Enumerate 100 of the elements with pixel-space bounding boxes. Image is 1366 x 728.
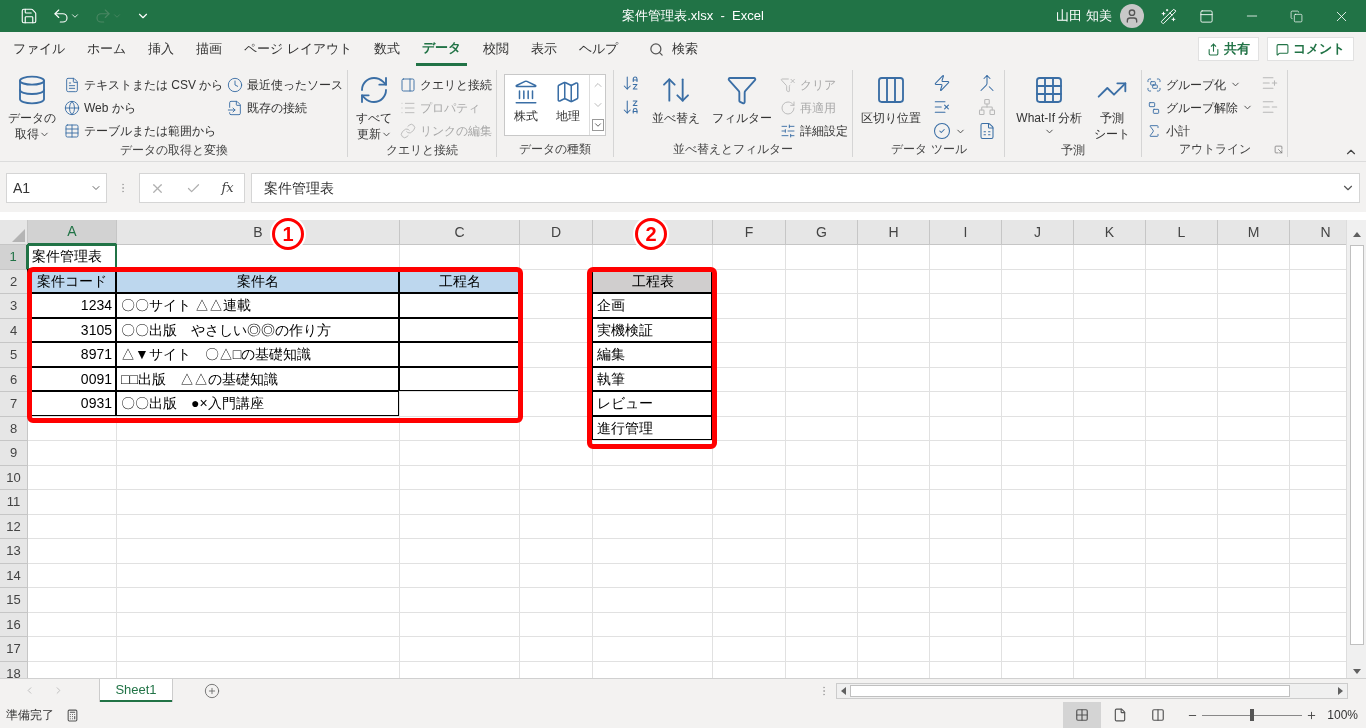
column-header[interactable]: C [400, 220, 520, 245]
row-header[interactable]: 10 [0, 465, 28, 490]
vertical-scrollbar[interactable] [1346, 220, 1366, 678]
ribbon-button[interactable]: すべて 更新 [352, 70, 397, 142]
menu-tab[interactable]: ファイル [7, 32, 71, 66]
zoom-level[interactable]: 100% [1327, 706, 1358, 724]
macro-icon[interactable] [66, 708, 79, 722]
row-header[interactable]: 4 [0, 318, 28, 343]
ribbon-icon-button[interactable] [622, 74, 641, 92]
ribbon-button[interactable]: 最近使ったソース [227, 74, 344, 95]
row-header[interactable]: 14 [0, 563, 28, 588]
caret-icon[interactable] [70, 11, 80, 21]
undo-icon[interactable] [52, 7, 70, 25]
zoom-slider[interactable] [1202, 709, 1303, 721]
row-header[interactable]: 11 [0, 490, 28, 515]
menu-tab[interactable]: 校閲 [476, 32, 515, 66]
insert-function-button[interactable]: fx [221, 178, 234, 198]
database-icon [16, 74, 48, 106]
row-header[interactable]: 16 [0, 612, 28, 637]
add-sheet-icon[interactable] [204, 682, 220, 699]
ribbon-button[interactable]: 詳細設定 [780, 120, 849, 141]
row-header[interactable]: 9 [0, 441, 28, 466]
more-icon[interactable] [591, 119, 604, 131]
ribbon-button[interactable]: グループ解除 [1146, 97, 1254, 118]
restore-icon[interactable] [1290, 9, 1303, 23]
row-header[interactable]: 12 [0, 514, 28, 539]
ribbon-button[interactable]: データの 取得 [4, 70, 60, 142]
name-box[interactable]: A1 [6, 173, 107, 203]
scroll-thumb[interactable] [850, 684, 1290, 697]
zoom-thumb[interactable] [1250, 709, 1255, 721]
row-header[interactable]: 7 [0, 392, 28, 417]
avatar-icon[interactable] [1120, 4, 1144, 28]
column-header[interactable]: J [1002, 220, 1074, 245]
menu-tab[interactable]: 挿入 [142, 32, 180, 66]
menu-tab[interactable]: ホーム [81, 32, 132, 66]
table-cell [1074, 392, 1146, 417]
formula-input[interactable]: 案件管理表 [251, 173, 1360, 203]
ribbon-button[interactable]: テキストまたは CSV から [64, 74, 224, 95]
menu-tab[interactable]: ヘルプ [572, 32, 624, 66]
menu-tab[interactable]: 数式 [367, 32, 406, 66]
row-header[interactable]: 5 [0, 343, 28, 368]
sheet-tab[interactable]: Sheet1 [100, 679, 172, 702]
column-header[interactable]: G [786, 220, 858, 245]
filter-icon [726, 74, 759, 106]
comment-button[interactable]: コメント [1267, 37, 1354, 61]
ribbon-icon-button[interactable] [978, 122, 997, 140]
menu-tab[interactable]: 描画 [190, 32, 228, 66]
row-header[interactable]: 6 [0, 367, 28, 392]
row-header[interactable]: 13 [0, 539, 28, 564]
column-header[interactable]: D [520, 220, 593, 245]
table-cell [1002, 612, 1074, 637]
menu-tab[interactable]: 表示 [524, 32, 563, 66]
ribbon-button[interactable]: 並べ替え [648, 70, 705, 126]
table-cell [930, 392, 1002, 417]
share-icon [1207, 42, 1220, 56]
save-icon[interactable] [20, 7, 38, 25]
column-header[interactable]: M [1218, 220, 1290, 245]
ribbon-button[interactable]: テーブルまたは範囲から [64, 120, 224, 141]
window-title: 案件管理表.xlsx - Excel [622, 7, 764, 26]
search-icon [648, 41, 664, 57]
table-cell: △▼サイト 〇△□の基礎知識 [117, 343, 400, 368]
ribbon-button[interactable]: 小計 [1146, 120, 1254, 141]
column-header[interactable]: F [713, 220, 786, 245]
ribbon-button[interactable]: グループ化 [1146, 74, 1254, 95]
gallery-item[interactable]: 地理 [547, 75, 590, 135]
row-header[interactable]: 1 [0, 245, 28, 270]
share-button[interactable]: 共有 [1198, 37, 1259, 61]
normal-view-button[interactable] [1063, 702, 1102, 728]
row-header[interactable]: 3 [0, 294, 28, 319]
dialog-launcher-icon[interactable] [1274, 145, 1284, 154]
ribbon-button[interactable]: クエリと接続 [400, 74, 493, 95]
column-header[interactable]: L [1146, 220, 1218, 245]
column-header[interactable]: H [858, 220, 930, 245]
search-button[interactable]: 検索 [648, 39, 698, 59]
zoom-in-icon[interactable] [1306, 709, 1318, 721]
ribbon-button[interactable]: Web から [64, 97, 224, 118]
ribbon-button[interactable]: 既存の接続 [227, 97, 344, 118]
ribbon-button[interactable]: What-If 分析 [1012, 70, 1087, 137]
wand-icon[interactable] [1160, 7, 1177, 25]
column-header[interactable]: K [1074, 220, 1146, 245]
ribbon-button[interactable]: 予測 シート [1090, 70, 1135, 142]
row-header[interactable]: 2 [0, 269, 28, 294]
table-cell [1218, 245, 1290, 270]
scroll-thumb[interactable] [1349, 245, 1364, 645]
column-header[interactable]: A [28, 220, 117, 245]
table-cell: 企画 [593, 294, 713, 319]
ribbon-display-icon[interactable] [1199, 8, 1214, 24]
ribbon-icon-button[interactable] [933, 122, 967, 140]
ribbon-button[interactable]: 区切り位置 [857, 70, 926, 126]
menu-tab[interactable]: ページ レイアウト [238, 32, 358, 66]
ribbon-icon-button[interactable] [622, 98, 641, 116]
table-cell [1146, 318, 1218, 343]
horizontal-scrollbar[interactable] [836, 682, 1348, 699]
column-header[interactable]: I [930, 220, 1002, 245]
ribbon-button[interactable]: フィルター [708, 70, 777, 126]
row-header[interactable]: 8 [0, 416, 28, 441]
ribbon-icon-button[interactable] [978, 74, 997, 92]
gallery-item[interactable]: 株式 [505, 75, 548, 135]
row-header[interactable]: 15 [0, 588, 28, 613]
row-header[interactable]: 17 [0, 637, 28, 662]
